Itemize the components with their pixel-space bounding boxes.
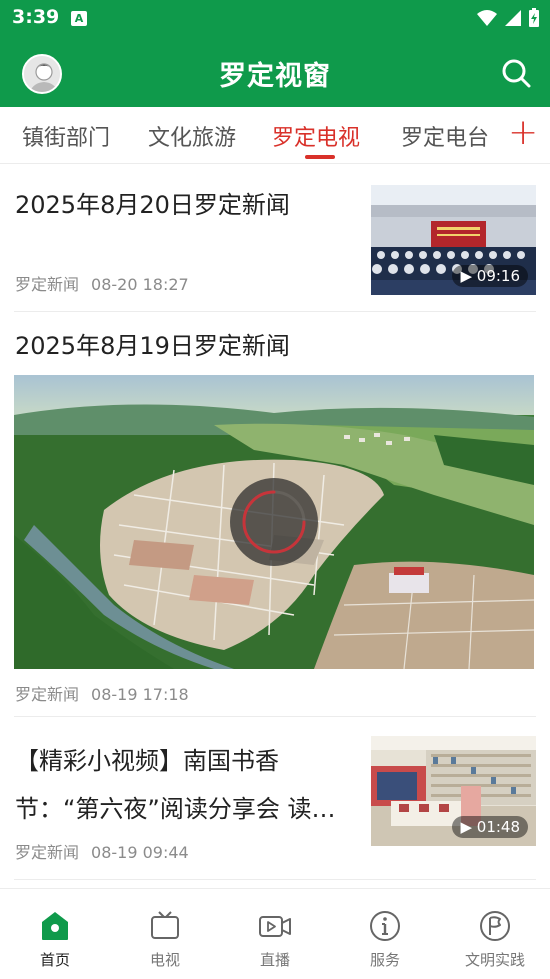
video-thumbnail[interactable]: ▶ 01:48	[371, 736, 536, 846]
list-item[interactable]: 【精彩小视频】南国书香 节：“第六夜”阅读分享会 读… 罗定新闻 08-19 09…	[14, 717, 536, 880]
nav-service[interactable]: 服务	[330, 889, 440, 979]
wifi-icon	[477, 10, 497, 26]
tab-luoding-tv[interactable]: 罗定电视	[272, 120, 360, 152]
news-title[interactable]: 2025年8月20日罗定新闻	[15, 183, 290, 227]
news-meta: 罗定新闻 08-20 18:27	[15, 271, 189, 295]
nav-live[interactable]: 直播	[220, 889, 330, 979]
video-thumbnail[interactable]: ▶ 09:16	[371, 185, 536, 295]
spinner-arc	[242, 490, 306, 554]
news-source: 罗定新闻	[15, 843, 80, 862]
news-date: 08-19 17:18	[91, 685, 189, 704]
plus-icon[interactable]: +	[508, 115, 538, 155]
bottom-nav: 首页 电视 直播 服务 文明实践	[0, 888, 550, 979]
nav-live-label: 直播	[259, 951, 290, 969]
nav-home-label: 首页	[39, 951, 70, 969]
video-duration: ▶ 01:48	[452, 816, 528, 838]
status-bar: 3:39 A	[0, 0, 550, 36]
nav-home[interactable]: 首页	[0, 889, 110, 979]
nav-civilization-practice[interactable]: 文明实践	[440, 889, 550, 979]
flag-circle-icon	[480, 911, 510, 941]
video-player[interactable]	[14, 375, 534, 669]
system-icons	[476, 8, 540, 28]
battery-icon	[529, 8, 539, 27]
info-icon	[370, 911, 400, 941]
news-date: 08-20 18:27	[91, 275, 189, 294]
news-meta: 罗定新闻 08-19 09:44	[15, 839, 189, 863]
nav-tv-label: 电视	[149, 951, 180, 969]
video-duration: ▶ 09:16	[452, 265, 528, 287]
news-source: 罗定新闻	[15, 275, 80, 294]
list-item[interactable]: 2025年8月19日罗定新闻 罗定新闻 08-19 17:18	[14, 312, 536, 717]
news-source: 罗定新闻	[15, 685, 80, 704]
signal-icon	[505, 10, 521, 26]
news-meta: 罗定新闻 08-19 17:18	[15, 681, 189, 705]
tab-town-departments[interactable]: 镇街部门	[22, 120, 110, 152]
live-video-icon	[259, 916, 291, 937]
home-icon	[42, 912, 68, 940]
news-title[interactable]: 2025年8月19日罗定新闻	[15, 324, 290, 368]
notification-app-icon: A	[71, 11, 87, 26]
list-item[interactable]: 2025年8月20日罗定新闻 罗定新闻 08-20 18:27 ▶ 09:16	[14, 165, 536, 312]
tv-icon	[151, 911, 179, 939]
nav-tv[interactable]: 电视	[110, 889, 220, 979]
app-bar: 罗定视窗	[0, 36, 550, 107]
nav-civilization-practice-label: 文明实践	[464, 951, 525, 969]
news-title[interactable]: 【精彩小视频】南国书香	[15, 739, 279, 783]
active-tab-indicator	[305, 155, 335, 159]
category-tabs: 镇街部门 文化旅游 罗定电视 罗定电台 +	[0, 107, 550, 164]
search-icon[interactable]	[500, 57, 532, 89]
status-time: 3:39	[12, 6, 60, 28]
news-date: 08-19 09:44	[91, 843, 189, 862]
loading-spinner-icon	[230, 478, 318, 566]
app-title: 罗定视窗	[219, 61, 331, 92]
tab-culture-tourism[interactable]: 文化旅游	[148, 120, 236, 152]
nav-service-label: 服务	[369, 951, 400, 969]
tab-luoding-radio[interactable]: 罗定电台	[401, 120, 489, 152]
news-title-line2[interactable]: 节：“第六夜”阅读分享会 读…	[15, 787, 336, 831]
